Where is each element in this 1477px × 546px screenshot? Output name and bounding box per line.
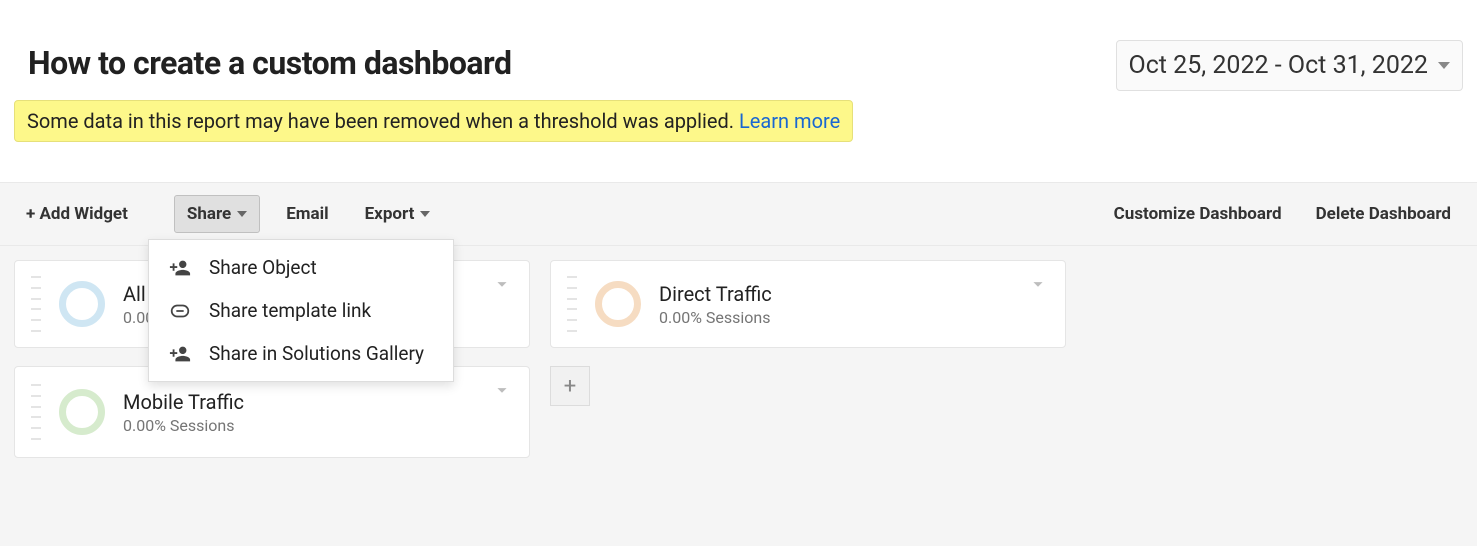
share-object-label: Share Object [209,256,317,279]
export-button[interactable]: Export [353,196,443,232]
link-icon [169,300,191,322]
share-object-item[interactable]: Share Object [149,246,453,289]
widget-card[interactable]: Direct Traffic 0.00% Sessions [550,260,1066,348]
ring-chart-icon [59,389,105,435]
drag-handle-icon[interactable] [31,384,41,440]
export-button-label: Export [365,204,415,224]
drag-handle-icon[interactable] [31,276,41,332]
page-title: How to create a custom dashboard [28,44,511,82]
person-add-icon [169,343,191,365]
email-button[interactable]: Email [274,196,340,232]
share-button-label: Share [187,204,231,224]
share-dropdown: Share Object Share template link Share i… [148,239,454,382]
share-template-link-label: Share template link [209,299,371,322]
share-solutions-gallery-item[interactable]: Share in Solutions Gallery [149,332,453,375]
chevron-down-icon [237,211,247,217]
chevron-down-icon [420,211,430,217]
dashboard-toolbar: + Add Widget Share Email Export Customiz… [0,183,1477,245]
delete-dashboard-link[interactable]: Delete Dashboard [1304,196,1463,232]
widget-title: Direct Traffic [659,282,772,306]
date-range-text: Oct 25, 2022 - Oct 31, 2022 [1129,51,1429,80]
widget-subtitle: 0.00% Sessions [123,416,244,435]
add-widget-tile[interactable]: + [550,366,590,406]
notice-text: Some data in this report may have been r… [27,109,739,133]
widget-title: Mobile Traffic [123,390,244,414]
widget-menu-button[interactable] [1027,273,1049,300]
share-button[interactable]: Share [174,195,260,233]
learn-more-link[interactable]: Learn more [739,109,840,133]
person-add-icon [169,257,191,279]
customize-dashboard-link[interactable]: Customize Dashboard [1102,196,1294,232]
share-template-link-item[interactable]: Share template link [149,289,453,332]
threshold-notice: Some data in this report may have been r… [14,100,853,142]
add-widget-button[interactable]: + Add Widget [14,196,140,232]
widget-menu-button[interactable] [491,379,513,406]
widget-subtitle: 0.00% Sessions [659,308,772,327]
ring-chart-icon [59,281,105,327]
widget-menu-button[interactable] [491,273,513,300]
ring-chart-icon [595,281,641,327]
share-solutions-gallery-label: Share in Solutions Gallery [209,342,424,365]
chevron-down-icon [1438,62,1450,69]
drag-handle-icon[interactable] [567,276,577,332]
date-range-selector[interactable]: Oct 25, 2022 - Oct 31, 2022 [1116,40,1464,91]
